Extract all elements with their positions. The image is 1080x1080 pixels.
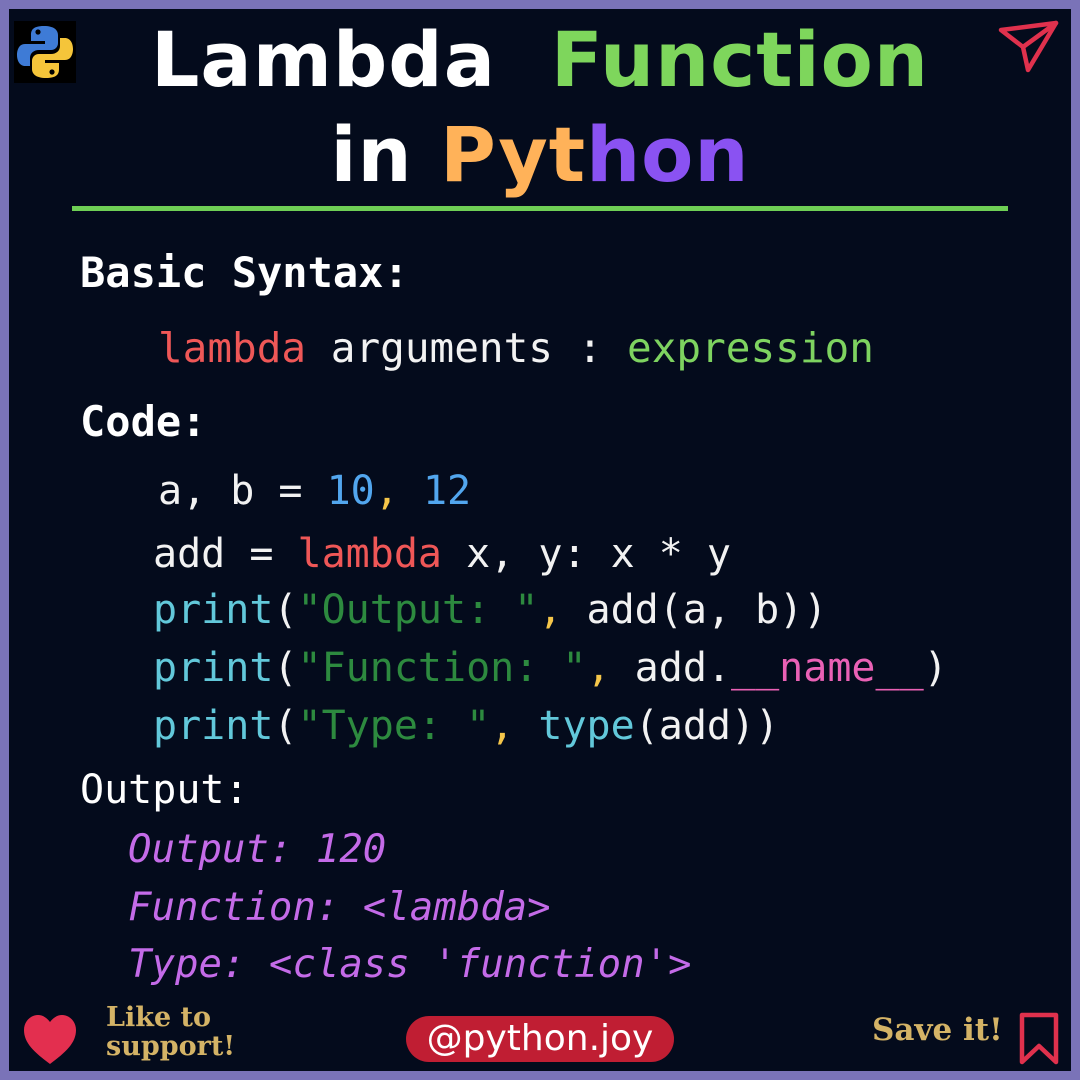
code-line-4: print("Function: ", add.__name__) — [153, 645, 948, 691]
output-line-3: Type: <class 'function'> — [128, 942, 692, 987]
code-line-3: print("Output: ", add(a, b)) — [153, 587, 828, 633]
syntax-colon: : — [577, 324, 603, 372]
title-line-1: Lambda Function — [0, 22, 1080, 98]
code-heading: Code: — [80, 397, 207, 446]
title-word-in: in — [330, 110, 413, 199]
save-text: Save it! — [872, 1012, 1003, 1048]
like-text-line-1: Like to — [106, 1002, 212, 1033]
syntax-keyword: lambda — [158, 324, 307, 372]
code-line-2: add = lambda x, y: x * y — [153, 531, 731, 577]
output-line-2: Function: <lambda> — [128, 885, 551, 930]
syntax-arguments: arguments — [330, 324, 553, 372]
title-word-hon: hon — [586, 110, 750, 199]
output-line-1: Output: 120 — [128, 827, 387, 872]
handle-badge[interactable]: @python.joy — [406, 1016, 674, 1062]
output-heading: Output: — [80, 767, 249, 813]
title-word-pyt: Pyt — [440, 110, 587, 199]
title-line-2: in Python — [0, 117, 1080, 193]
bookmark-icon[interactable] — [1018, 1012, 1060, 1066]
title-word-function: Function — [550, 15, 929, 104]
like-text-line-2: support! — [106, 1031, 236, 1062]
syntax-expression: expression — [627, 324, 874, 372]
syntax-line: lambda arguments : expression — [158, 328, 874, 369]
title-word-lambda: Lambda — [150, 15, 496, 104]
code-line-1: a, b = 10, 12 — [158, 468, 472, 514]
heart-icon[interactable] — [22, 1012, 78, 1066]
code-line-5: print("Type: ", type(add)) — [153, 703, 780, 749]
syntax-heading: Basic Syntax: — [80, 248, 409, 297]
title-divider — [72, 206, 1008, 211]
